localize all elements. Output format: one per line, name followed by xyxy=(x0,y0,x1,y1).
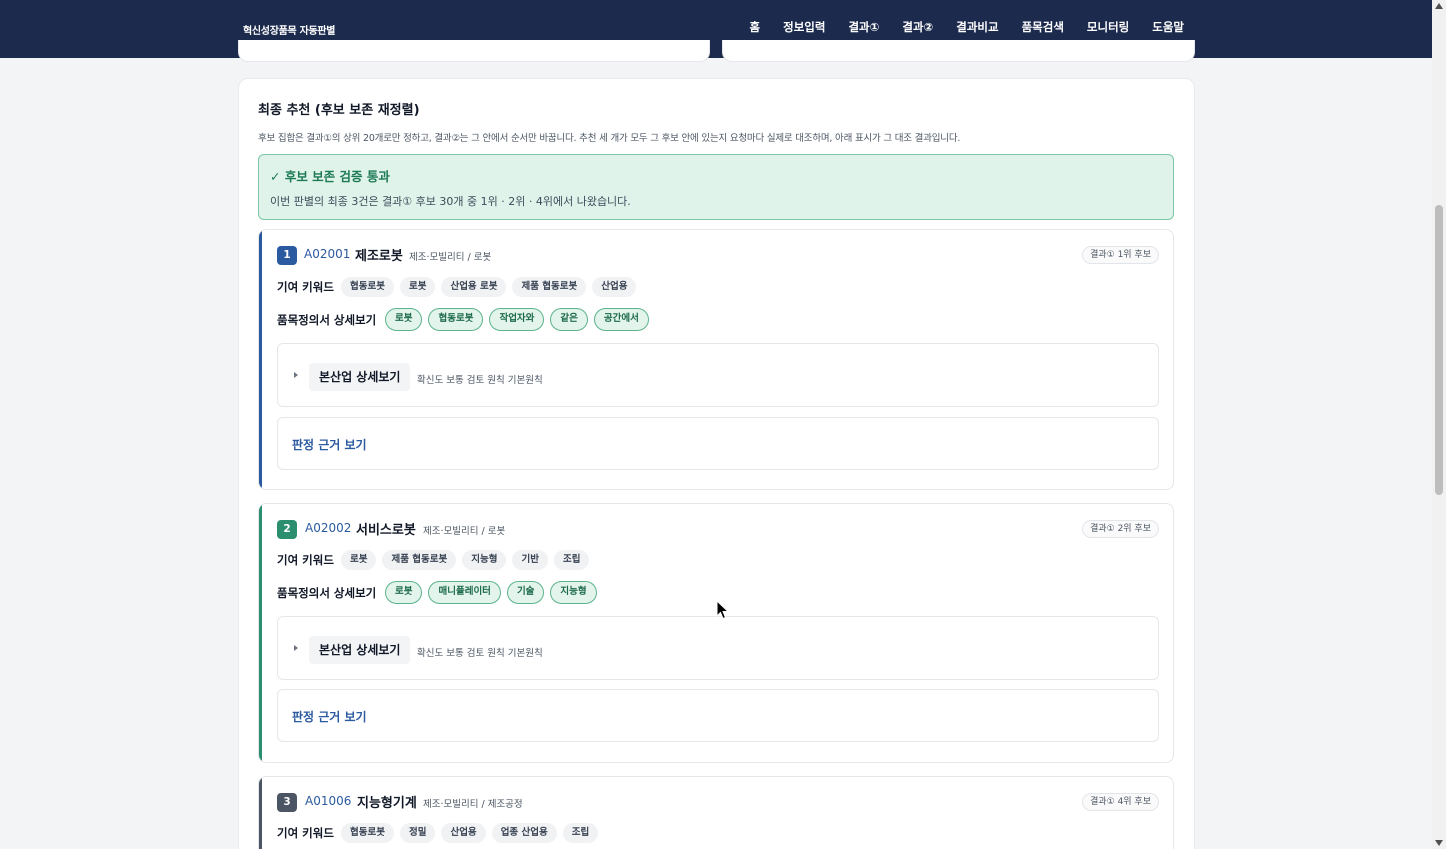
item-name: 지능형기계 xyxy=(357,796,417,811)
keyword-chip: 산업용 로봇 xyxy=(441,277,507,297)
keyword-chip: 협동로봇 xyxy=(341,277,394,297)
top-navbar: 혁신성장품목 자동판별 홈 정보입력 결과① 결과② 결과비교 품목검색 모니터… xyxy=(0,0,1432,58)
keyword-chip: 정밀 xyxy=(399,823,436,843)
scroll-up-icon[interactable] xyxy=(1435,3,1443,9)
nav-result-1[interactable]: 결과① xyxy=(848,19,879,35)
scrollbar-thumb[interactable] xyxy=(1435,205,1443,495)
keyword-chip: 지능형 xyxy=(462,550,507,570)
expand-triangle-icon[interactable] xyxy=(294,645,298,651)
industry-detail-panel[interactable]: 본산업 상세보기 확신도 보통 검토 원칙 기본원칙 xyxy=(277,616,1159,680)
recommendation-card-1: 1 A02001 제조로봇 제조·모빌리티 / 로봇 결과① 1위 후보 기여 … xyxy=(258,229,1174,490)
keyword-chip: 업종 산업용 xyxy=(491,823,557,843)
scroll-down-icon[interactable] xyxy=(1435,840,1443,846)
nav-monitoring[interactable]: 모니터링 xyxy=(1087,19,1129,35)
section-title: 최종 추천 (후보 보존 재정렬) xyxy=(258,103,420,118)
basis-panel[interactable]: 판정 근거 보기 xyxy=(277,417,1159,470)
keyword-chip: 로봇 xyxy=(341,550,377,570)
keyword-chip: 조립 xyxy=(553,550,590,570)
nav-links: 홈 정보입력 결과① 결과② 결과비교 품목검색 모니터링 도움말 xyxy=(750,19,1184,35)
recommendation-card-3: 3 A01006 지능형기계 제조·모빌리티 / 제조공정 결과① 4위 후보 … xyxy=(258,776,1174,849)
candidate-rank-badge: 결과① 1위 후보 xyxy=(1082,246,1159,264)
industry-meta: 확신도 보통 검토 원칙 기본원칙 xyxy=(417,648,543,659)
keywords-label: 기여 키워드 xyxy=(277,280,334,294)
definition-chips: 로봇 매니퓰레이터 기술 지능형 xyxy=(385,581,597,604)
rank-badge: 1 xyxy=(277,246,297,265)
item-code[interactable]: A01006 xyxy=(305,794,351,808)
definition-chip[interactable]: 지능형 xyxy=(550,581,597,604)
item-category: 제조·모빌리티 / 로봇 xyxy=(423,526,506,537)
nav-compare[interactable]: 결과비교 xyxy=(956,19,998,35)
definition-chips: 로봇 협동로봇 작업자와 같은 공간에서 xyxy=(385,308,649,331)
item-category: 제조·모빌리티 / 로봇 xyxy=(409,252,492,263)
definition-chip[interactable]: 매니퓰레이터 xyxy=(428,581,501,604)
rank-badge: 2 xyxy=(277,520,297,539)
item-code[interactable]: A02002 xyxy=(305,521,351,535)
definition-chip[interactable]: 작업자와 xyxy=(489,308,545,331)
keyword-chip: 제품 협동로봇 xyxy=(382,550,457,570)
keyword-chip: 기반 xyxy=(512,550,548,570)
nav-input[interactable]: 정보입력 xyxy=(783,19,825,35)
definition-chip[interactable]: 협동로봇 xyxy=(428,308,484,331)
industry-detail-toggle[interactable]: 본산업 상세보기 xyxy=(309,363,411,391)
keyword-chip: 산업용 xyxy=(441,823,486,843)
section-description: 후보 집합은 결과①의 상위 20개로만 정하고, 결과②는 그 안에서 순서만… xyxy=(258,133,961,144)
definition-chip[interactable]: 공간에서 xyxy=(593,308,649,331)
brand-title[interactable]: 혁신성장품목 자동판별 xyxy=(243,22,335,37)
card-accent xyxy=(259,504,262,762)
keywords-label: 기여 키워드 xyxy=(277,553,334,567)
item-code[interactable]: A02001 xyxy=(304,247,350,261)
keyword-chip: 로봇 xyxy=(399,277,436,297)
basis-link[interactable]: 판정 근거 보기 xyxy=(292,708,367,725)
previous-card-left xyxy=(238,40,710,62)
keyword-chips: 로봇 제품 협동로봇 지능형 기반 조립 xyxy=(341,550,590,570)
definition-chip[interactable]: 로봇 xyxy=(385,581,423,604)
recommendation-card-2: 2 A02002 서비스로봇 제조·모빌리티 / 로봇 결과① 2위 후보 기여… xyxy=(258,503,1174,763)
basis-link[interactable]: 판정 근거 보기 xyxy=(292,436,367,453)
expand-triangle-icon[interactable] xyxy=(294,372,298,378)
rank-badge: 3 xyxy=(277,793,297,812)
industry-detail-toggle[interactable]: 본산업 상세보기 xyxy=(309,636,411,664)
keyword-chips: 협동로봇 로봇 산업용 로봇 제품 협동로봇 산업용 xyxy=(341,277,637,297)
item-name: 제조로봇 xyxy=(355,249,403,264)
item-category: 제조·모빌리티 / 제조공정 xyxy=(423,799,523,810)
validation-alert: ✓ 후보 보존 검증 통과 이번 판별의 최종 3건은 결과① 후보 30개 중… xyxy=(258,154,1174,220)
definition-chip[interactable]: 기술 xyxy=(506,581,545,604)
basis-panel[interactable]: 판정 근거 보기 xyxy=(277,689,1159,742)
nav-help[interactable]: 도움말 xyxy=(1152,19,1184,35)
nav-item-search[interactable]: 품목검색 xyxy=(1022,19,1064,35)
keyword-chip: 조립 xyxy=(562,823,599,843)
mouse-cursor-icon xyxy=(716,600,730,620)
candidate-rank-badge: 결과① 4위 후보 xyxy=(1082,793,1159,811)
definition-chip[interactable]: 같은 xyxy=(550,308,588,331)
definition-chip[interactable]: 로봇 xyxy=(385,308,423,331)
previous-card-right xyxy=(722,40,1195,62)
industry-meta: 확신도 보통 검토 원칙 기본원칙 xyxy=(417,375,543,386)
alert-text: 이번 판별의 최종 3건은 결과① 후보 30개 중 1위 · 2위 · 4위에… xyxy=(270,195,631,208)
keyword-chip: 제품 협동로봇 xyxy=(512,277,587,297)
nav-result-2[interactable]: 결과② xyxy=(902,19,933,35)
definition-label: 품목정의서 상세보기 xyxy=(277,313,377,327)
alert-title: ✓ 후보 보존 검증 통과 xyxy=(270,169,390,184)
keyword-chip: 산업용 xyxy=(592,277,637,297)
definition-label: 품목정의서 상세보기 xyxy=(277,586,377,600)
vertical-scrollbar[interactable] xyxy=(1432,0,1446,849)
card-accent xyxy=(259,230,262,489)
industry-detail-panel[interactable]: 본산업 상세보기 확신도 보통 검토 원칙 기본원칙 xyxy=(277,343,1159,407)
card-accent xyxy=(259,777,262,849)
keyword-chip: 협동로봇 xyxy=(341,823,394,843)
nav-home[interactable]: 홈 xyxy=(750,19,761,35)
keywords-label: 기여 키워드 xyxy=(277,826,334,840)
item-name: 서비스로봇 xyxy=(356,523,416,538)
candidate-rank-badge: 결과① 2위 후보 xyxy=(1082,520,1159,538)
keyword-chips: 협동로봇 정밀 산업용 업종 산업용 조립 xyxy=(341,823,599,843)
